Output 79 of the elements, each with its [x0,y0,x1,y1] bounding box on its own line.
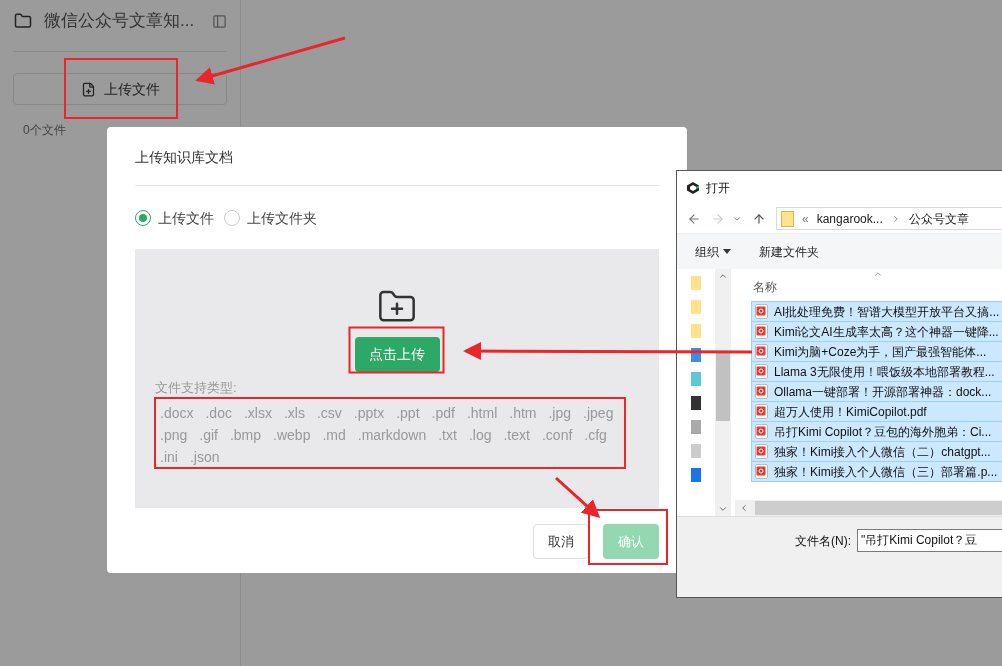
nav-item-icon[interactable] [690,347,702,363]
file-type: .pdf [431,403,455,423]
address-bar[interactable]: « kangarook... 公众号文章 [776,207,1002,230]
file-row[interactable]: 超万人使用！KimiCopilot.pdf [751,401,1002,422]
pdf-file-icon [755,444,768,459]
file-row[interactable]: Kimi论文AI生成率太高？这个神器一键降... [751,321,1002,342]
path-segment[interactable]: 公众号文章 [908,209,969,228]
file-type: .markdown [357,425,427,445]
file-type: .xls [283,403,305,423]
collapse-icon[interactable] [212,13,227,29]
file-type: .json [189,447,220,467]
caret-icon [723,249,731,254]
scrollbar[interactable] [715,269,731,516]
file-type: .text [503,425,530,445]
app-logo-icon [686,180,700,195]
file-type: .webp [273,425,311,445]
file-type: .doc [205,403,232,423]
file-count: 0个文件 [22,122,67,139]
path-segment[interactable]: kangarook... [816,209,883,228]
horizontal-scrollbar[interactable] [735,500,1002,516]
file-type: .conf [541,425,573,445]
file-type: .htm [509,403,537,423]
file-type: .png [160,425,188,445]
pdf-file-icon [755,404,768,419]
file-type: .cfg [584,425,607,445]
file-row[interactable]: 吊打Kimi Copilot？豆包的海外胞弟：Ci... [751,421,1002,442]
pdf-file-icon [755,464,768,479]
file-type: .html [466,403,498,423]
pdf-file-icon [755,304,768,319]
pdf-file-icon [755,384,768,399]
file-row[interactable]: Ollama一键部署！开源部署神器：dock... [751,381,1002,402]
filename-field[interactable]: "吊打Kimi Copilot？豆 [857,529,1002,552]
file-row[interactable]: 独家！Kimi接入个人微信（二）chatgpt... [751,441,1002,462]
file-row[interactable]: Kimi为脑+Coze为手，国产最强智能体... [751,341,1002,362]
dialog-title: 上传知识库文档 [135,148,234,167]
back-icon[interactable] [687,211,701,226]
window-title: 打开 [706,179,730,197]
file-plus-icon [80,81,96,97]
file-type: .xlsx [243,403,272,423]
scroll-up-icon[interactable] [718,271,728,281]
file-type: .bmp [229,425,262,445]
nav-item-icon[interactable] [690,395,702,411]
up-icon[interactable] [752,211,766,226]
pdf-file-icon [755,424,768,439]
sort-icon [873,269,883,279]
file-type: .pptx [353,403,385,423]
scrollbar-thumb[interactable] [716,351,730,421]
file-type: .jpeg [583,403,614,423]
path-overflow: « [802,210,809,228]
forward-icon[interactable] [711,211,725,226]
file-type: .ppt [396,403,420,423]
file-type: .csv [316,403,342,423]
file-type: .docx [160,403,194,423]
toolbar-item[interactable]: 组织 [695,242,731,261]
scroll-left-icon[interactable] [739,503,749,513]
filename-label: 文件名(N): [795,532,851,550]
toolbar-item[interactable]: 新建文件夹 [759,242,819,261]
upload-file-button[interactable]: 上传文件 [13,73,227,105]
file-type: .ini [160,447,178,467]
file-type: .md [322,425,346,445]
file-type: .txt [438,425,457,445]
pdf-file-icon [755,364,768,379]
file-row[interactable]: Llama 3无限使用！喂饭级本地部署教程... [751,361,1002,382]
file-type: .log [468,425,492,445]
radio-option[interactable]: 上传文件 [135,207,214,229]
scroll-down-icon[interactable] [718,504,728,514]
file-row[interactable]: 独家！Kimi接入个人微信（三）部署篇.p... [751,461,1002,482]
column-header[interactable]: 名称 [753,278,777,296]
pdf-file-icon [755,324,768,339]
file-type: .gif [199,425,218,445]
radio-option[interactable]: 上传文件夹 [224,207,317,229]
folder-icon [14,12,32,30]
supported-types-label: 文件支持类型: [155,379,237,397]
folder-icon [781,210,794,227]
file-type: .jpg [548,403,572,423]
knowledge-base-title: 微信公众号文章知... [44,10,195,33]
annotation-arrow [555,476,601,518]
file-row[interactable]: AI批处理免费！智谱大模型开放平台又搞... [751,301,1002,322]
pdf-file-icon [755,344,768,359]
